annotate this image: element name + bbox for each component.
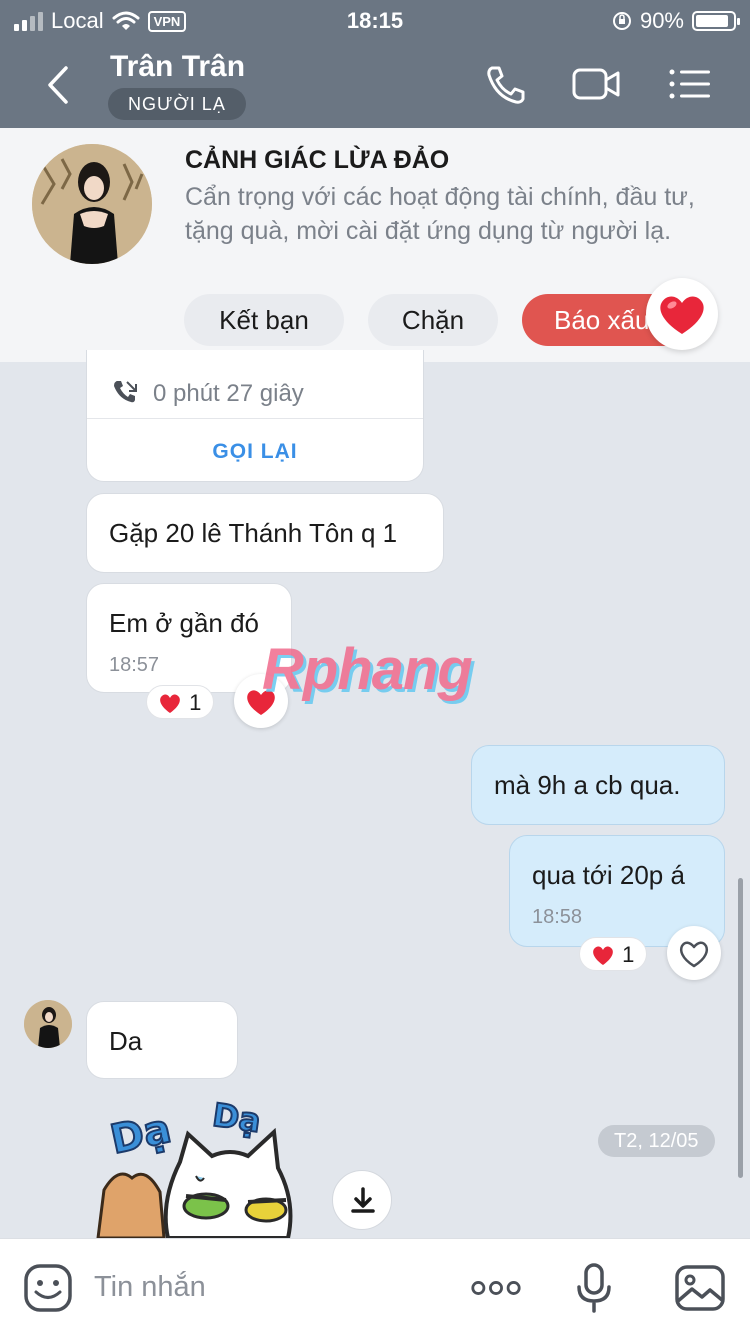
sticker-text: Dạ bbox=[210, 1096, 263, 1140]
date-separator: T2, 12/05 bbox=[598, 1125, 715, 1157]
video-icon[interactable] bbox=[572, 62, 620, 106]
stranger-tag: NGƯỜI LẠ bbox=[108, 88, 246, 120]
download-icon bbox=[351, 1187, 375, 1213]
message-text: qua tới 20p á bbox=[532, 860, 685, 890]
battery-percent: 90% bbox=[639, 8, 684, 33]
heart-icon bbox=[593, 946, 613, 965]
emoji-icon[interactable] bbox=[22, 1263, 74, 1313]
message-time: 18:58 bbox=[532, 906, 583, 928]
message-time: 18:57 bbox=[109, 654, 160, 676]
report-label: Báo xấu bbox=[554, 305, 650, 335]
reaction-number: 1 bbox=[622, 942, 635, 967]
block-button[interactable]: Chặn bbox=[368, 294, 498, 346]
watermark: Rphang bbox=[262, 637, 473, 702]
orientation-lock-icon bbox=[612, 12, 631, 30]
divider bbox=[87, 418, 423, 419]
back-icon[interactable] bbox=[40, 60, 76, 110]
message-text: Em ở gần đó bbox=[109, 608, 260, 638]
menu-icon[interactable] bbox=[666, 62, 714, 106]
contact-name[interactable]: Trân Trân bbox=[110, 50, 245, 84]
sticker-text: Dạ bbox=[107, 1106, 175, 1164]
message-bubble[interactable]: Gặp 20 lê Thánh Tôn q 1 bbox=[86, 493, 444, 573]
call-duration: 0 phút 27 giây bbox=[153, 380, 304, 407]
sender-avatar[interactable] bbox=[24, 1000, 72, 1048]
heart-icon bbox=[160, 694, 180, 713]
message-text: mà 9h a cb qua. bbox=[494, 770, 681, 800]
image-icon[interactable] bbox=[674, 1263, 726, 1313]
reaction-number: 1 bbox=[189, 690, 202, 715]
reaction-count[interactable]: 1 bbox=[579, 937, 647, 971]
message-bubble[interactable]: Da bbox=[86, 1001, 238, 1079]
sticker-image[interactable]: Dạ Dạ bbox=[90, 1092, 310, 1238]
message-input[interactable]: Tin nhắn bbox=[94, 1271, 206, 1304]
call-back-button[interactable]: GỌI LẠI bbox=[87, 440, 423, 464]
warning-title: CẢNH GIÁC LỪA ĐẢO bbox=[185, 146, 450, 174]
reaction-count[interactable]: 1 bbox=[146, 685, 214, 719]
missed-call-icon bbox=[114, 381, 137, 403]
react-button[interactable] bbox=[667, 926, 721, 980]
heart-reaction-icon[interactable] bbox=[646, 278, 718, 350]
message-text: Da bbox=[109, 1026, 143, 1056]
scam-warning-banner: CẢNH GIÁC LỪA ĐẢO Cẩn trọng với các hoạt… bbox=[0, 128, 750, 362]
my-message-bubble[interactable]: mà 9h a cb qua. bbox=[471, 745, 725, 825]
message-text: Gặp 20 lê Thánh Tôn q 1 bbox=[109, 518, 398, 548]
phone-icon[interactable] bbox=[482, 62, 530, 106]
download-button[interactable] bbox=[332, 1170, 392, 1230]
avatar[interactable] bbox=[32, 144, 152, 264]
warning-text: Cẩn trọng với các hoạt động tài chính, đ… bbox=[185, 183, 695, 245]
add-friend-button[interactable]: Kết bạn bbox=[184, 294, 344, 346]
status-bar: Local VPN 18:15 90% bbox=[0, 0, 750, 40]
call-log-card: 0 phút 27 giây GỌI LẠI bbox=[86, 350, 424, 482]
top-bar: Local VPN 18:15 90% Trân Trân NGƯỜI LẠ bbox=[0, 0, 750, 128]
battery-icon bbox=[692, 11, 740, 31]
scrollbar[interactable] bbox=[738, 878, 743, 1178]
message-input-bar: Tin nhắn bbox=[0, 1238, 750, 1334]
more-icon[interactable] bbox=[470, 1263, 522, 1313]
microphone-icon[interactable] bbox=[568, 1263, 620, 1313]
heart-outline-icon bbox=[679, 941, 709, 968]
